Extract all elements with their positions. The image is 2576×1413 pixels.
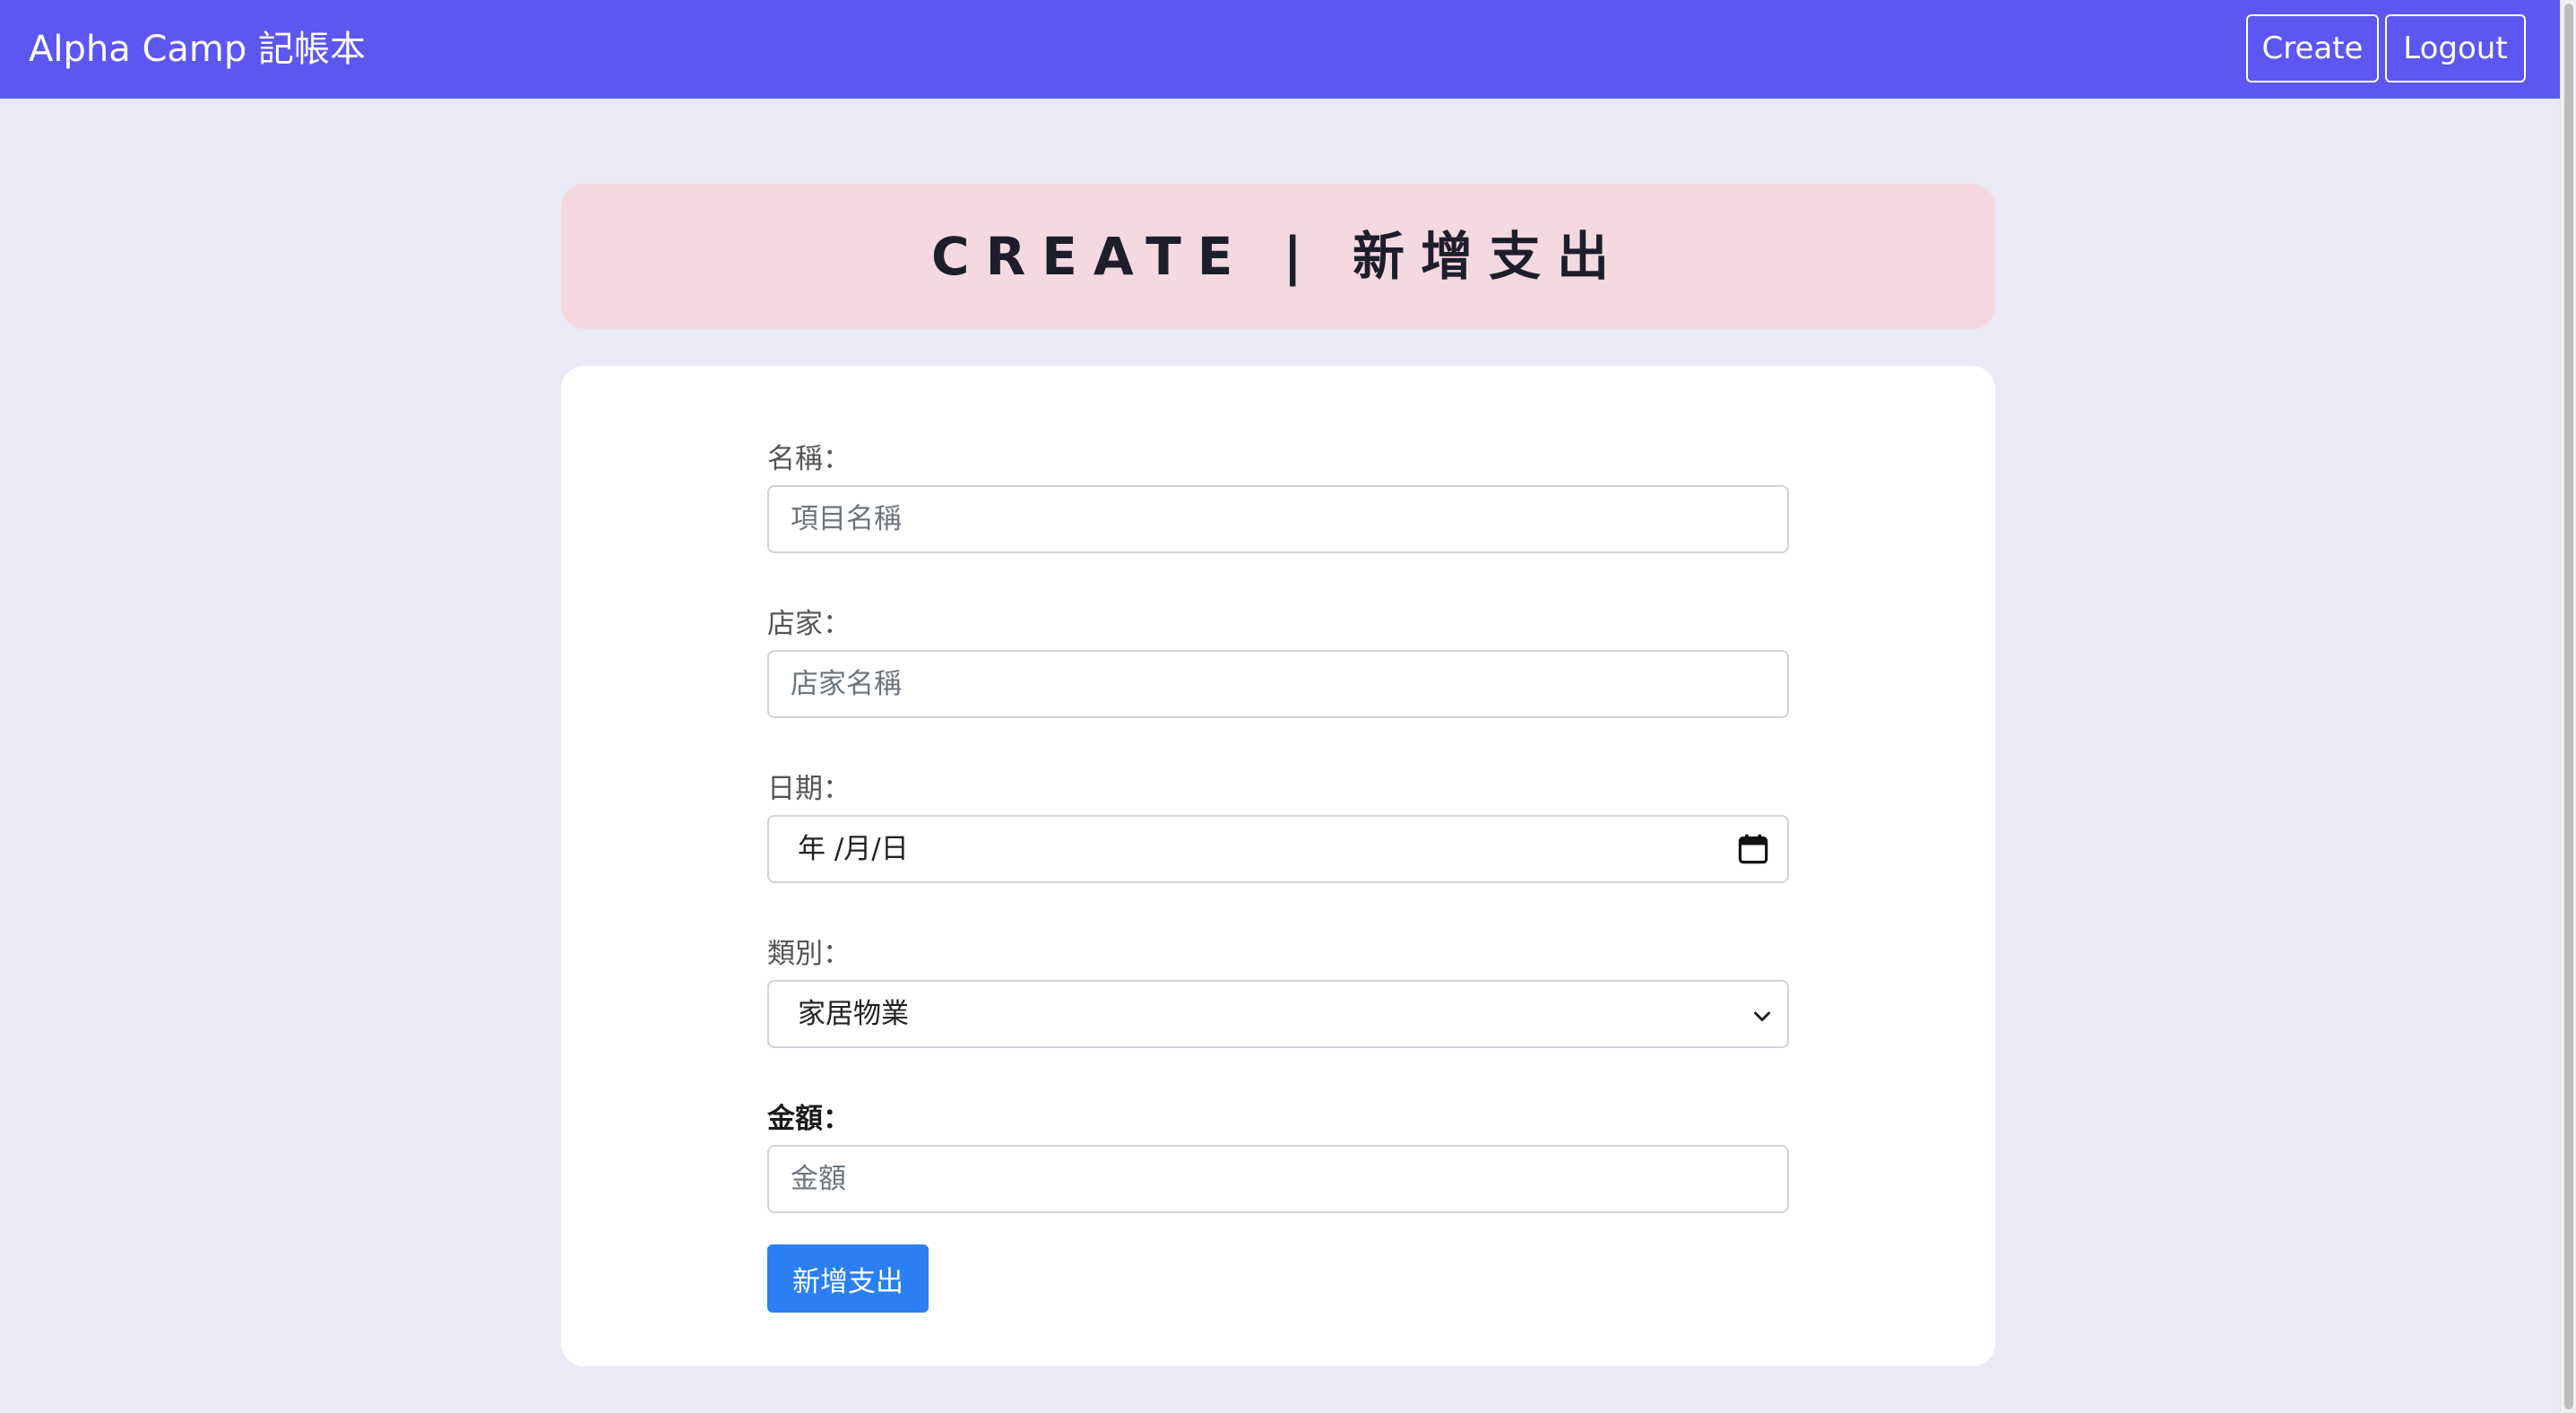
date-input[interactable]: 年 /月/日 bbox=[767, 815, 1789, 883]
date-display: 年 /月/日 bbox=[798, 833, 909, 865]
page-title: CREATE | 新增支出 bbox=[561, 184, 1995, 329]
name-label: 名稱： bbox=[767, 443, 851, 475]
page-scrollbar[interactable] bbox=[2560, 0, 2576, 1413]
logout-button[interactable]: Logout bbox=[2385, 14, 2526, 82]
store-input[interactable] bbox=[767, 650, 1789, 718]
store-label: 店家： bbox=[767, 608, 851, 640]
navbar: Alpha Camp 記帳本 Create Logout bbox=[0, 0, 2560, 99]
submit-expense-button[interactable]: 新增支出 bbox=[767, 1244, 929, 1313]
brand-title[interactable]: Alpha Camp 記帳本 bbox=[29, 0, 366, 99]
date-label: 日期： bbox=[767, 773, 851, 805]
scrollbar-thumb[interactable] bbox=[2564, 4, 2573, 1409]
name-input[interactable] bbox=[767, 485, 1789, 553]
amount-label: 金額： bbox=[767, 1103, 851, 1135]
create-form-card: 名稱： 店家： 日期： 年 /月/日 類別： 家居物業 金額： 新增支出 bbox=[561, 366, 1995, 1366]
chevron-down-icon bbox=[1754, 1011, 1770, 1021]
amount-input[interactable] bbox=[767, 1145, 1789, 1213]
category-select[interactable]: 家居物業 bbox=[767, 980, 1789, 1048]
category-selected-value: 家居物業 bbox=[798, 998, 909, 1030]
calendar-icon[interactable] bbox=[1737, 833, 1769, 865]
create-button[interactable]: Create bbox=[2246, 14, 2379, 82]
category-label: 類別： bbox=[767, 938, 851, 970]
